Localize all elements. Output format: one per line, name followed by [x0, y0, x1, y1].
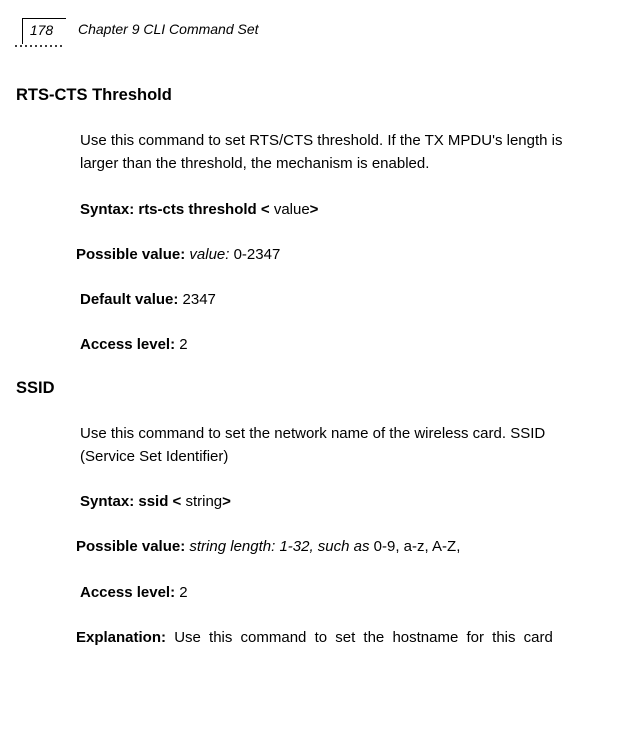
page-header: 178 Chapter 9 CLI Command Set: [10, 18, 607, 58]
access-label: Access level:: [80, 584, 179, 601]
explanation-text: Use this command to set the hostname for…: [174, 629, 553, 646]
access-value: 2: [179, 336, 187, 353]
default-value: 2347: [183, 291, 216, 308]
syntax-close: >: [222, 493, 231, 510]
rts-description: Use this command to set RTS/CTS threshol…: [80, 129, 601, 176]
ssid-possible-value: Possible value: string length: 1-32, suc…: [76, 535, 601, 558]
pv-italic: value:: [189, 246, 233, 263]
syntax-value: value: [274, 201, 310, 218]
section-heading-rts: RTS-CTS Threshold: [16, 86, 601, 105]
access-value: 2: [179, 584, 187, 601]
ssid-description: Use this command to set the network name…: [80, 422, 601, 469]
syntax-label: Syntax: rts-cts threshold <: [80, 201, 274, 218]
rts-default-value: Default value: 2347: [80, 288, 601, 311]
rts-access-level: Access level: 2: [80, 333, 601, 356]
pv-italic: string length: 1-32, such as: [189, 538, 373, 555]
rts-possible-value: Possible value: value: 0-2347: [76, 243, 601, 266]
ssid-explanation: Explanation: Use this command to set the…: [76, 626, 601, 649]
pv-label: Possible value:: [76, 246, 189, 263]
pv-label: Possible value:: [76, 538, 189, 555]
access-label: Access level:: [80, 336, 179, 353]
ssid-syntax: Syntax: ssid < string>: [80, 490, 601, 513]
syntax-close: >: [310, 201, 319, 218]
content-body: RTS-CTS Threshold Use this command to se…: [10, 86, 607, 649]
syntax-value: string: [185, 493, 222, 510]
explanation-label: Explanation:: [76, 629, 174, 646]
pv-value: 0-9, a-z, A-Z,: [374, 538, 461, 555]
page-number: 178: [22, 18, 66, 44]
rts-syntax: Syntax: rts-cts threshold < value>: [80, 198, 601, 221]
ssid-access-level: Access level: 2: [80, 581, 601, 604]
default-label: Default value:: [80, 291, 183, 308]
chapter-title: Chapter 9 CLI Command Set: [78, 21, 259, 37]
syntax-label: Syntax: ssid <: [80, 493, 185, 510]
header-dots: [15, 45, 62, 47]
section-heading-ssid: SSID: [16, 379, 601, 398]
pv-range: 0-2347: [234, 246, 281, 263]
